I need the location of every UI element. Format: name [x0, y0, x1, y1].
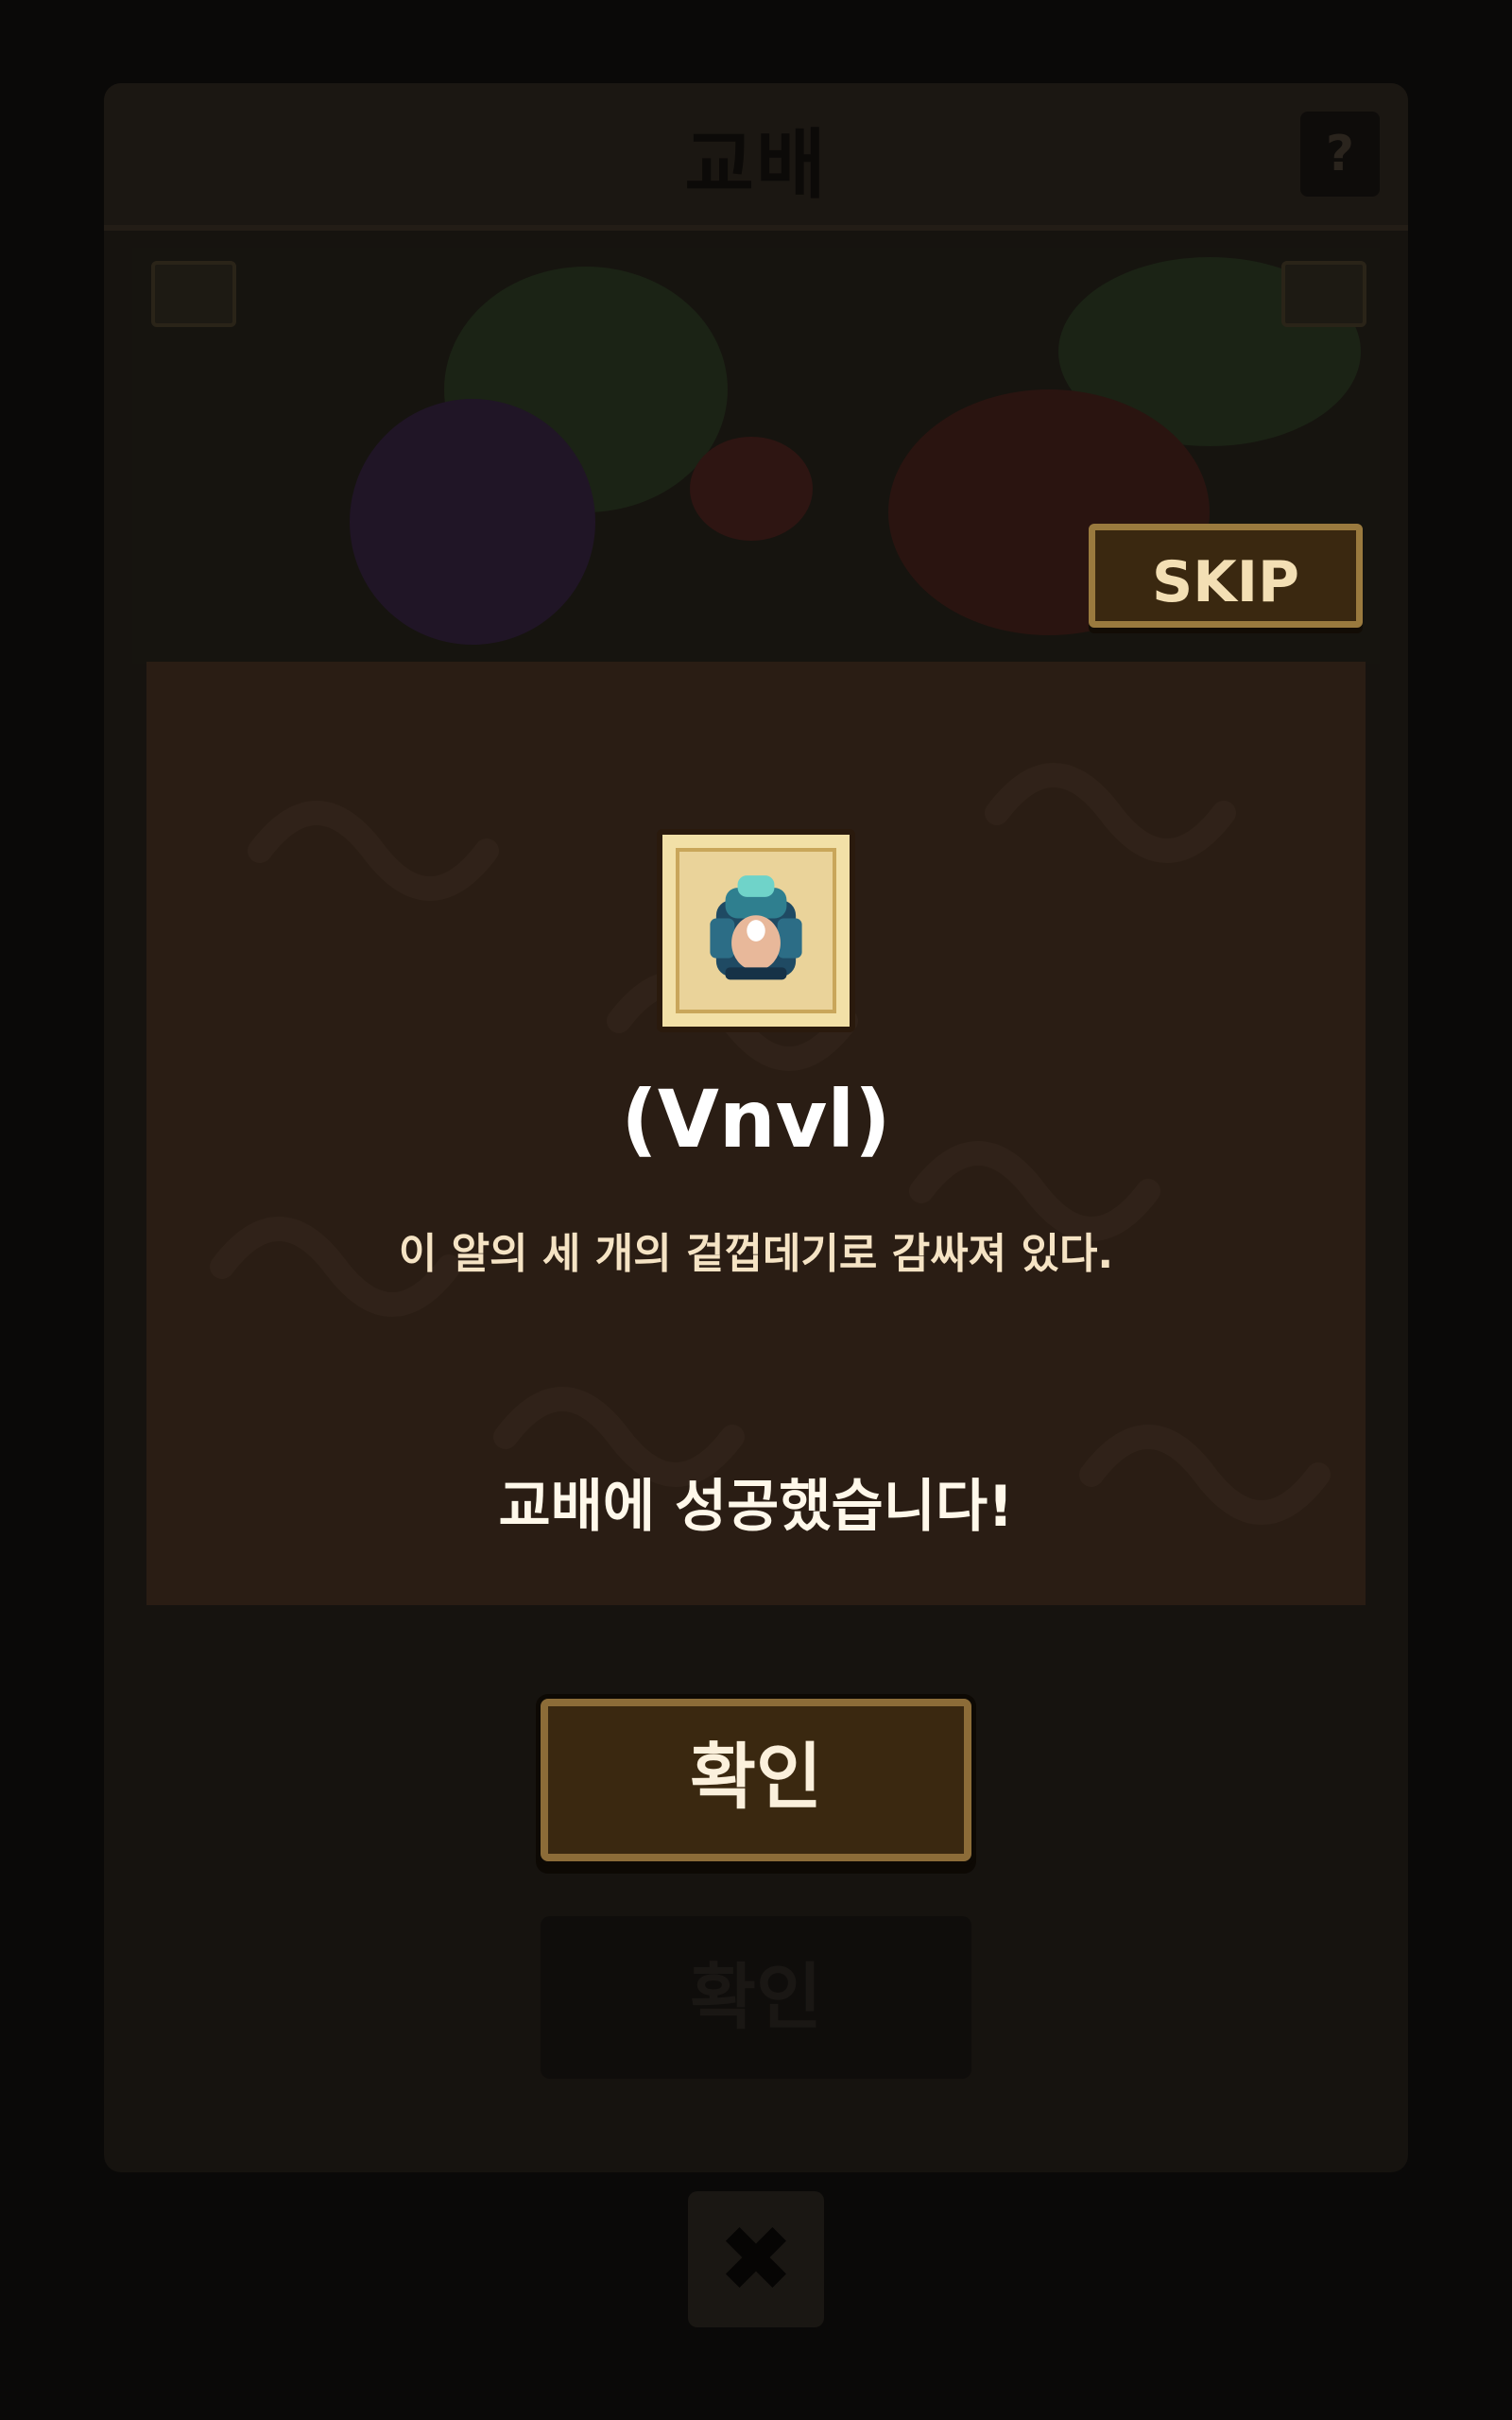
dragon-egg-icon — [710, 875, 802, 980]
item-icon-inner — [676, 848, 836, 1013]
confirm-button-background: 확인 — [541, 1916, 971, 2079]
confirm-button[interactable]: 확인 — [541, 1699, 971, 1861]
purple-dragon — [350, 399, 595, 645]
result-message: 교배에 성공했습니다! — [498, 1474, 1014, 1540]
item-icon-frame — [657, 829, 855, 1032]
page-title: 교배 — [684, 121, 828, 209]
help-button[interactable]: ? — [1300, 112, 1380, 197]
left-dragon-info-icon[interactable] — [151, 261, 236, 327]
item-name: (Vnvl) — [621, 1073, 891, 1166]
close-icon[interactable]: ✖ — [688, 2191, 824, 2327]
right-dragon-info-icon[interactable] — [1281, 261, 1366, 327]
skip-button[interactable]: SKIP — [1089, 524, 1363, 628]
heart-shape — [690, 437, 813, 541]
item-description: 이 알의 세 개의 겉껍데기로 감싸져 있다. — [398, 1230, 1114, 1278]
